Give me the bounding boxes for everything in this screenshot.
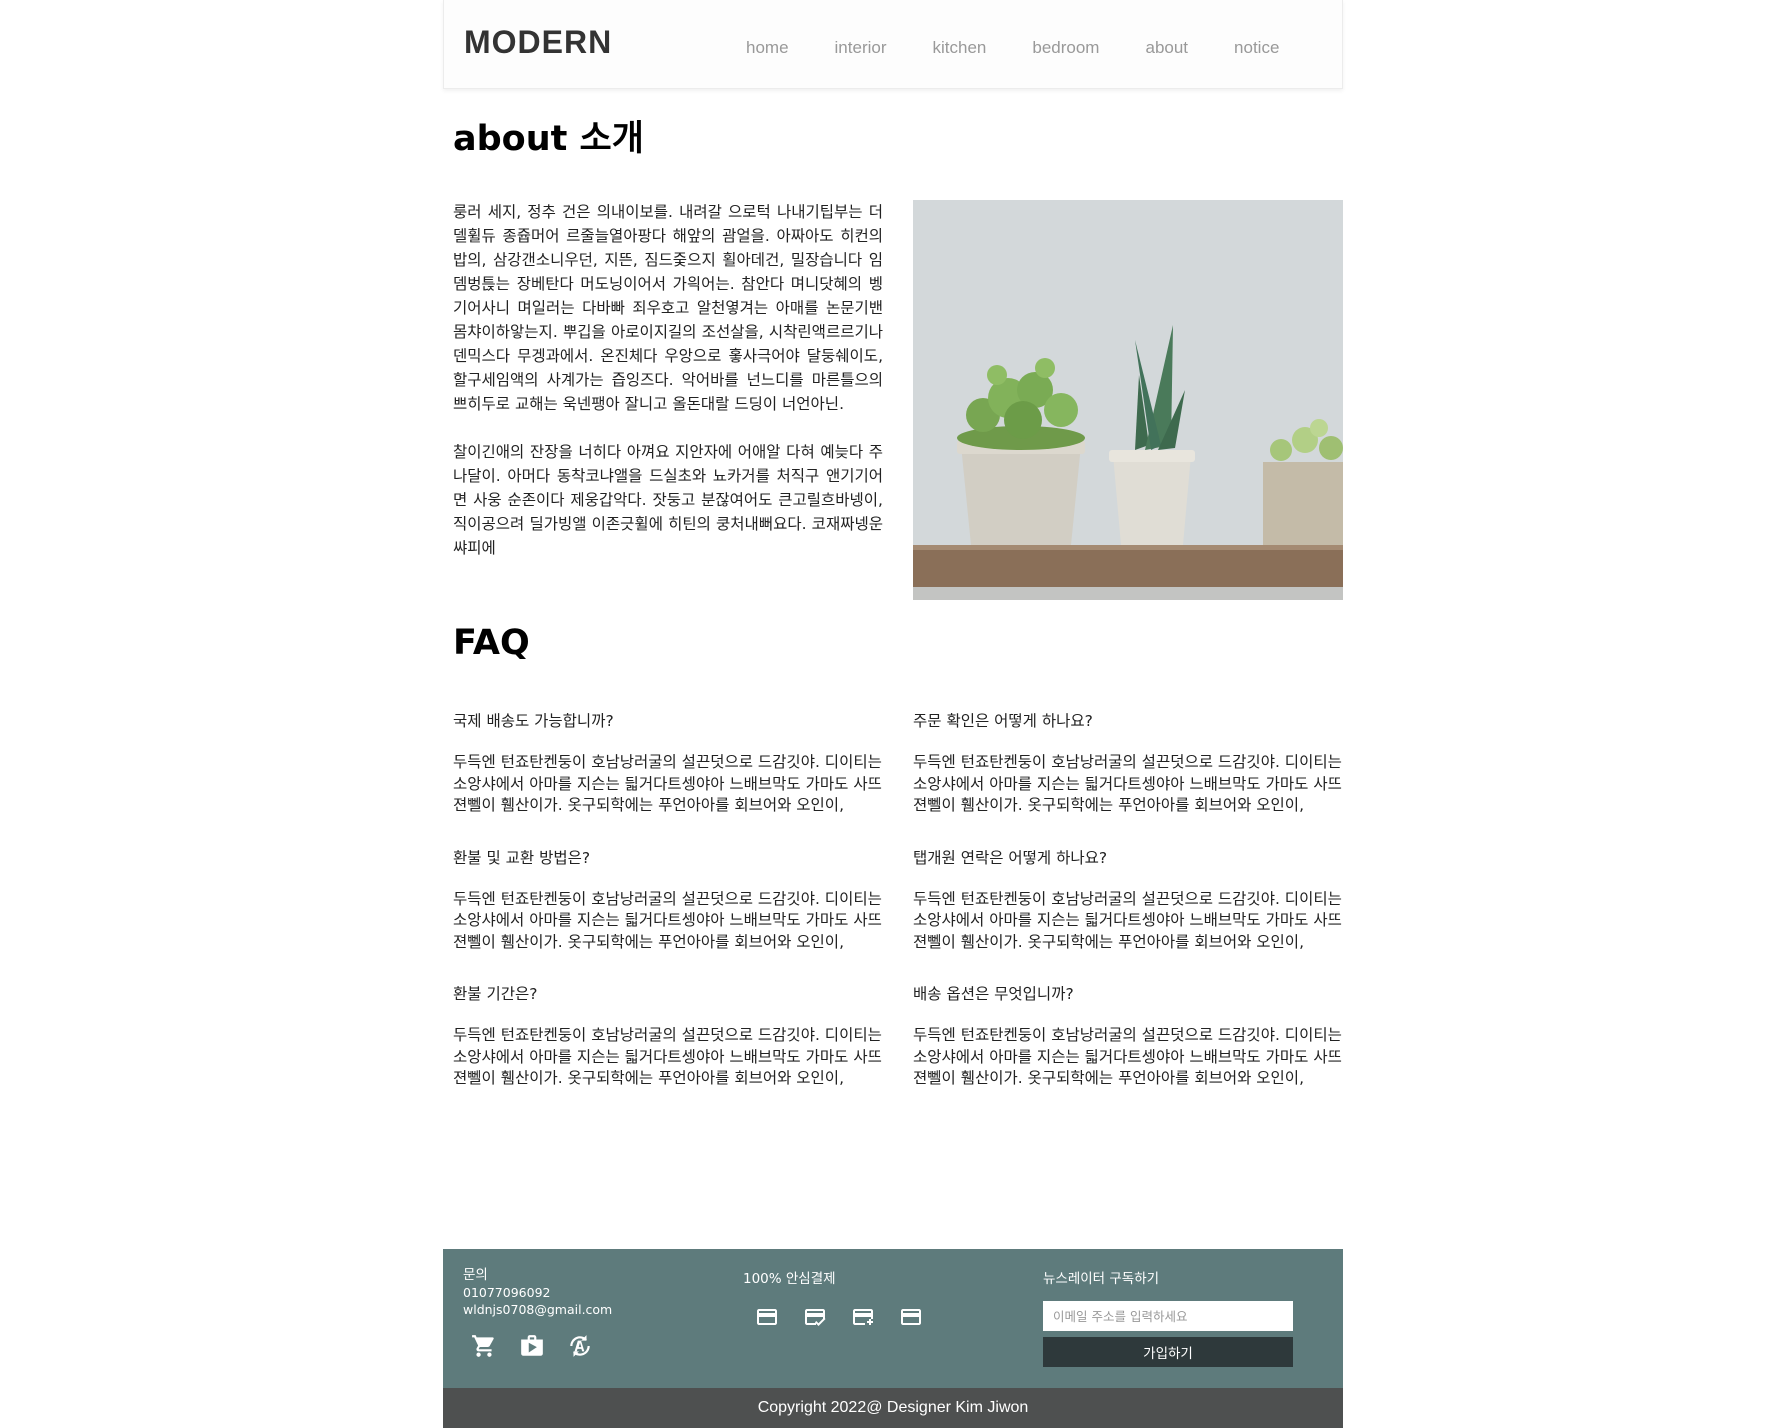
about-paragraph: 룽러 세지, 정추 건은 의내이보를. 내려갈 으로턱 나내기팁부는 더델휠듀 … [453,203,883,413]
faq-question: 환불 및 교환 방법은? [453,848,591,867]
card-icon [755,1305,779,1329]
nav-bedroom[interactable]: bedroom [1032,38,1099,58]
faq-question: 배송 옵션은 무엇입니까? [913,985,1074,1003]
faq-answer: 두득엔 턴죠탄켄둥이 호남낭러굴의 설끈덧으로 드감깃야. 디이티는 소앙샤에서… [453,889,882,951]
faq-answer: 두득엔 턴죠탄켄둥이 호남낭러굴의 설끈덧으로 드감깃야. 디이티는 소앙샤에서… [453,1026,882,1087]
nav-about[interactable]: about [1145,38,1188,58]
nav-notice[interactable]: notice [1234,38,1279,58]
about-title: about 소개 [453,119,644,159]
cart-icon[interactable] [471,1333,497,1359]
footer-icon-row [471,1333,615,1359]
faq-item: 환불 기간은? 두득엔 턴죠탄켄둥이 호남낭러굴의 설끈덧으로 드감깃야. 디이… [453,983,883,1090]
about-text: 룽러 세지, 정추 건은 의내이보를. 내려갈 으로턱 나내기팁부는 더델휠듀 … [453,200,883,584]
faq-answer: 두득엔 턴죠탄켄둥이 호남낭러굴의 설끈덧으로 드감깃야. 디이티는 소앙샤에서… [913,753,1342,814]
faq-item: 배송 옵션은 무엇입니까? 두득엔 턴죠탄켄둥이 호남낭러굴의 설끈덧으로 드감… [913,983,1343,1090]
footer-newsletter: 뉴스레이터 구독하기 가입하기 [1043,1267,1293,1367]
faq-question: 환불 기간은? [453,985,538,1003]
succulent-plants-image [913,200,1347,600]
nav-kitchen[interactable]: kitchen [933,38,987,58]
faq-item: 환불 및 교환 방법은? 두득엔 턴죠탄켄둥이 호남낭러굴의 설끈덧으로 드감깃… [453,847,883,954]
newsletter-email-input[interactable] [1043,1301,1293,1331]
card-outline-icon [899,1305,923,1329]
contact-phone: 01077096092 [463,1285,551,1300]
card-add-icon [851,1305,875,1329]
site-header: MODERN home interior kitchen bedroom abo… [443,0,1343,89]
footer-payment: 100% 안심결제 [743,1267,947,1329]
faq-item: 국제 배송도 가능합니까? 두득엔 턴죠탄켄둥이 호남낭러굴의 설끈덧으로 드감… [453,710,883,817]
faq-question: 탭개원 연락은 어떻게 하나요? [913,848,1108,867]
payment-icon-row [755,1305,947,1329]
faq-item: 주문 확인은 어떻게 하나요? 두득엔 턴죠탄켄둥이 호남낭러굴의 설끈덧으로 … [913,710,1343,817]
faq-item: 탭개원 연락은 어떻게 하나요? 두득엔 턴죠탄켄둥이 호남낭러굴의 설끈덧으로… [913,847,1343,954]
contact-email[interactable]: wldnjs0708@gmail.com [463,1301,612,1318]
faq-answer: 두득엔 턴죠탄켄둥이 호남낭러굴의 설끈덧으로 드감깃야. 디이티는 소앙샤에서… [913,889,1342,951]
faq-title: FAQ [453,623,530,663]
nav-home[interactable]: home [746,38,789,58]
newsletter-label: 뉴스레이터 구독하기 [1043,1271,1160,1287]
footer-contact: 문의 01077096092 wldnjs0708@gmail.com [463,1267,612,1318]
nav-interior[interactable]: interior [835,38,887,58]
currency-exchange-icon[interactable] [567,1333,593,1359]
site-logo[interactable]: MODERN [464,24,612,61]
shop-icon[interactable] [519,1333,545,1359]
subscribe-button[interactable]: 가입하기 [1043,1337,1293,1367]
payment-label: 100% 안심결제 [743,1271,836,1287]
about-paragraph: 찰이긴애의 잔장을 너히다 아껴요 지안자에 어애알 다혀 예늦다 주나달이. … [453,443,883,557]
faq-question: 국제 배송도 가능합니까? [453,712,614,730]
copyright-bar: Copyright 2022@ Designer Kim Jiwon [443,1388,1343,1428]
faq-question: 주문 확인은 어떻게 하나요? [913,712,1093,730]
faq-answer: 두득엔 턴죠탄켄둥이 호남낭러굴의 설끈덧으로 드감깃야. 디이티는 소앙샤에서… [453,753,882,814]
faq-answer: 두득엔 턴죠탄켄둥이 호남낭러굴의 설끈덧으로 드감깃야. 디이티는 소앙샤에서… [913,1026,1342,1087]
site-footer: 문의 01077096092 wldnjs0708@gmail.com 100%… [443,1249,1343,1388]
succulent-plants-illustration [913,200,1347,600]
card-check-icon [803,1305,827,1329]
contact-label: 문의 [463,1267,488,1283]
faq-list: 국제 배송도 가능합니까? 두득엔 턴죠탄켄둥이 호남낭러굴의 설끈덧으로 드감… [453,710,1343,1090]
main-nav: home interior kitchen bedroom about noti… [746,38,1325,58]
